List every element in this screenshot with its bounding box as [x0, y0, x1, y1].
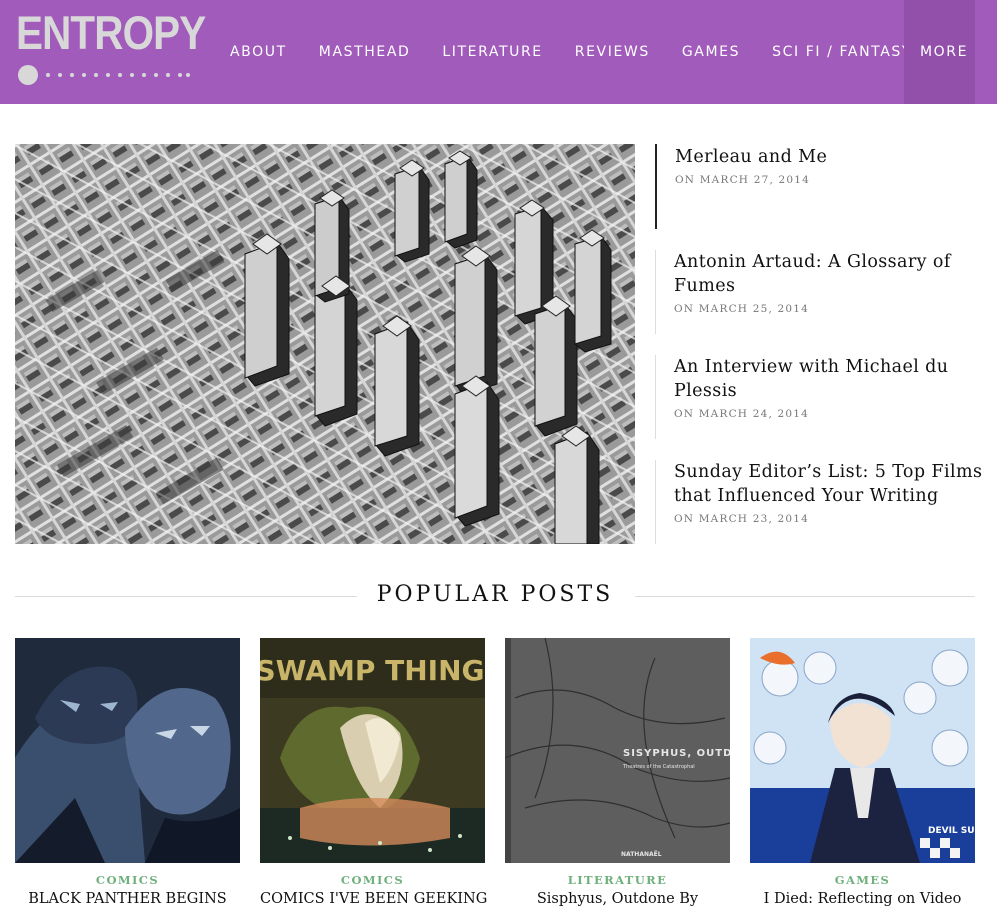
list-item[interactable]: Merleau and Me ON MARCH 27, 2014 — [655, 144, 985, 229]
post-date: ON MARCH 27, 2014 — [675, 174, 811, 186]
card-title[interactable]: COMICS I'VE BEEN GEEKING — [260, 891, 487, 907]
popular-card[interactable]: SWAMP THING COMICS COMICS I'VE BEEN GEEK… — [260, 638, 487, 909]
popular-posts-grid: COMICS BLACK PANTHER BEGINS SWAMP THING … — [15, 638, 975, 909]
list-item[interactable]: Sunday Editor’s List: 5 Top Films that I… — [655, 460, 985, 544]
nav-reviews[interactable]: REVIEWS — [559, 0, 666, 104]
post-date: ON MARCH 23, 2014 — [674, 513, 810, 525]
list-item[interactable]: An Interview with Michael du Plessis ON … — [655, 355, 985, 439]
logo-dots-icon — [18, 65, 190, 85]
cover-title: DEVIL SURVIVOR — [928, 826, 975, 836]
popular-card[interactable]: DEVIL SURVIVOR GAMES I Died: Reflecting … — [750, 638, 975, 909]
sisyphus-outdone-thumbnail[interactable]: SISYPHUS, OUTDONE. Theatres of the Catas… — [505, 638, 730, 863]
featured-image[interactable] — [15, 144, 635, 544]
post-date: ON MARCH 24, 2014 — [674, 408, 810, 420]
post-title[interactable]: An Interview with Michael du Plessis — [674, 355, 985, 403]
logo-text: ENTROPY — [16, 6, 206, 59]
post-title[interactable]: Merleau and Me — [675, 144, 985, 169]
popular-card[interactable]: COMICS BLACK PANTHER BEGINS — [15, 638, 240, 909]
nav-scifi-fantasy[interactable]: SCI FI / FANTASY — [756, 0, 928, 104]
list-item[interactable]: Antonin Artaud: A Glossary of Fumes ON M… — [655, 250, 985, 334]
swamp-thing-thumbnail[interactable]: SWAMP THING — [260, 638, 485, 863]
card-title[interactable]: Sisphyus, Outdone By — [505, 891, 730, 907]
nav-literature[interactable]: LITERATURE — [426, 0, 558, 104]
nav-more[interactable]: MORE — [904, 0, 975, 104]
devil-survivor-thumbnail[interactable]: DEVIL SURVIVOR — [750, 638, 975, 863]
card-category[interactable]: COMICS — [260, 873, 485, 887]
cover-title: SWAMP THING — [260, 654, 484, 687]
cover-author: NATHANAËL — [621, 851, 662, 858]
site-logo[interactable]: ENTROPY — [16, 8, 206, 88]
post-date: ON MARCH 25, 2014 — [674, 303, 810, 315]
card-title[interactable]: BLACK PANTHER BEGINS — [15, 891, 240, 907]
popular-posts-heading: POPULAR POSTS — [15, 580, 975, 616]
popular-card[interactable]: SISYPHUS, OUTDONE. Theatres of the Catas… — [505, 638, 730, 909]
header-bar: ENTROPY ABOUT MASTHEAD LITERATURE REVIEW… — [0, 0, 997, 104]
section-title: POPULAR POSTS — [376, 582, 614, 607]
nav-games[interactable]: GAMES — [666, 0, 756, 104]
post-title[interactable]: Antonin Artaud: A Glossary of Fumes — [674, 250, 985, 298]
nav-about[interactable]: ABOUT — [214, 0, 303, 104]
post-title[interactable]: Sunday Editor’s List: 5 Top Films that I… — [674, 460, 985, 508]
main-nav: ABOUT MASTHEAD LITERATURE REVIEWS GAMES … — [214, 0, 975, 104]
card-title[interactable]: I Died: Reflecting on Video — [750, 891, 975, 907]
card-category[interactable]: COMICS — [15, 873, 240, 887]
city-drawing-image — [15, 144, 635, 544]
cover-title: SISYPHUS, OUTDONE. — [623, 748, 730, 759]
cover-subtitle: Theatres of the Catastrophal — [622, 764, 695, 770]
nav-masthead[interactable]: MASTHEAD — [303, 0, 427, 104]
card-category[interactable]: GAMES — [750, 873, 975, 887]
card-category[interactable]: LITERATURE — [505, 873, 730, 887]
black-panther-thumbnail[interactable] — [15, 638, 240, 863]
